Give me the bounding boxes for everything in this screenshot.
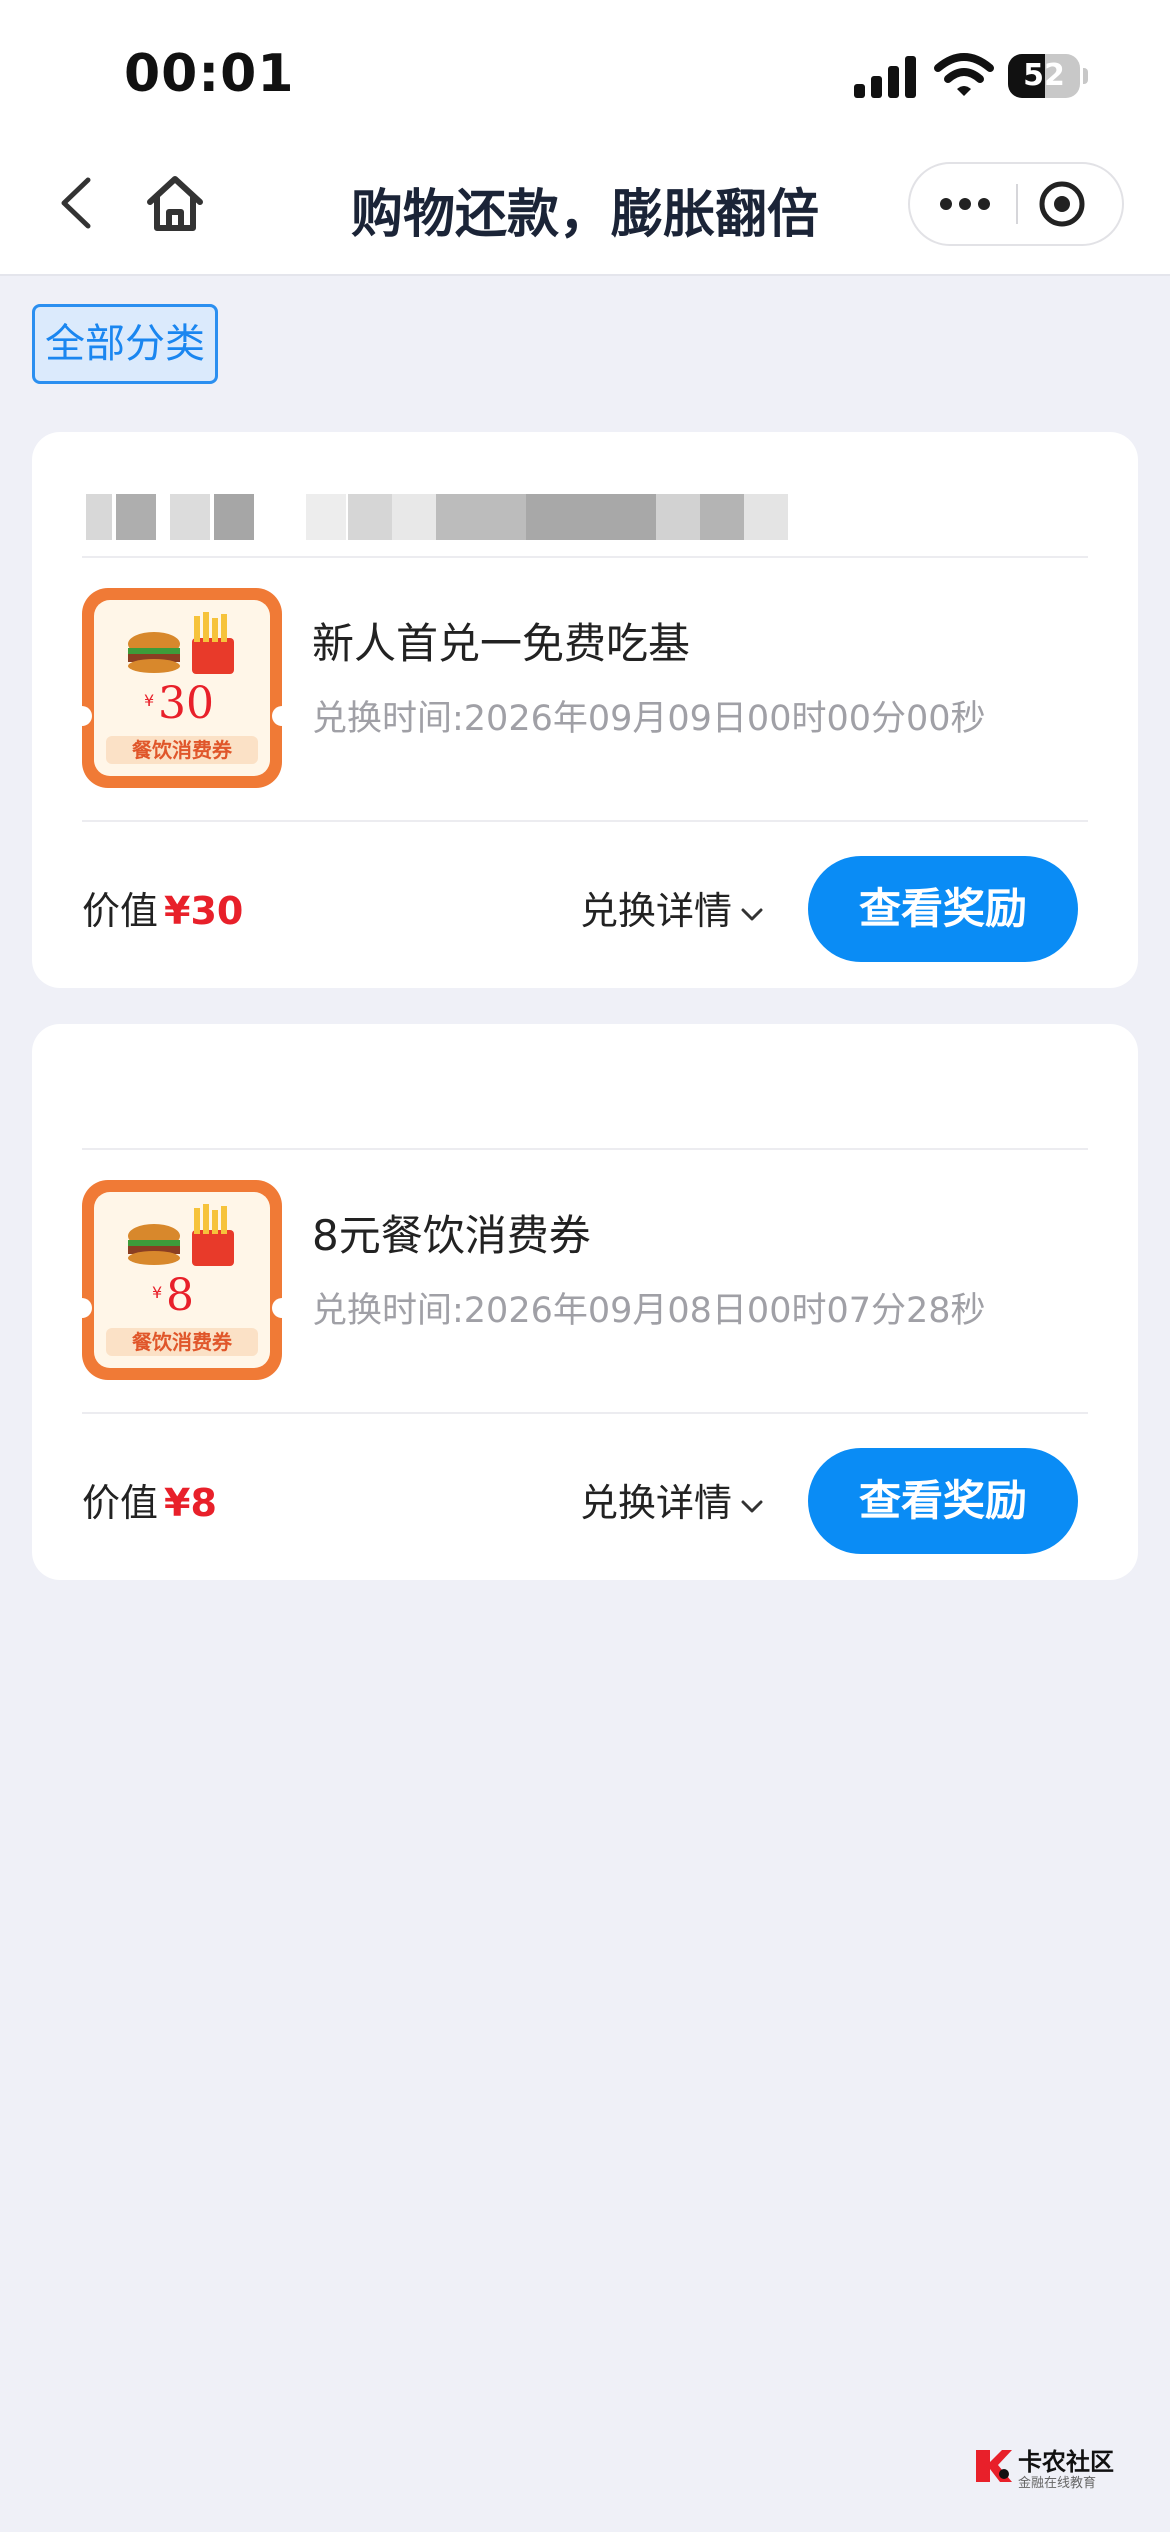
- category-filter-button[interactable]: 全部分类: [32, 304, 218, 384]
- badge-amount: 30: [158, 678, 214, 729]
- status-time: 00:01: [124, 44, 295, 104]
- coupon-title: 8元餐饮消费券: [312, 1211, 591, 1260]
- watermark: 卡农社区 金融在线教育: [972, 2440, 1114, 2491]
- cellular-signal-icon: [854, 56, 916, 98]
- redeem-details-label: 兑换详情: [580, 889, 733, 933]
- badge-caption: 餐饮消费券: [132, 1330, 233, 1354]
- coupon-badge-image: ¥ 30 餐饮消费券: [82, 588, 282, 788]
- coupon-title: 新人首兑一免费吃基: [312, 619, 691, 668]
- redacted-text: [86, 494, 806, 540]
- more-icon[interactable]: [910, 164, 1016, 244]
- coupon-card: ¥ 30 餐饮消费券 新人首兑一免费吃基 兑换时间:2026年09月09日00时…: [32, 432, 1138, 988]
- page-title: 购物还款，膨胀翻倍: [350, 185, 819, 245]
- watermark-subtitle: 金融在线教育: [1018, 2476, 1097, 2491]
- value-amount: ¥8: [164, 1481, 217, 1525]
- value-amount: ¥30: [164, 889, 244, 933]
- back-button[interactable]: [52, 170, 102, 236]
- home-button[interactable]: [142, 170, 208, 236]
- kanong-logo-icon: [976, 2450, 1012, 2482]
- view-reward-button[interactable]: 查看奖励: [808, 1448, 1078, 1554]
- redeem-details-toggle[interactable]: 兑换详情: [580, 880, 764, 935]
- divider: [82, 1412, 1088, 1414]
- coupon-redeem-time: 兑换时间:2026年09月08日00时07分28秒: [312, 1291, 986, 1331]
- divider: [82, 1148, 1088, 1150]
- battery-level: 52: [1023, 58, 1065, 93]
- view-reward-button[interactable]: 查看奖励: [808, 856, 1078, 962]
- coupon-value: 价值 ¥8: [82, 1472, 217, 1527]
- value-label: 价值: [82, 889, 159, 933]
- close-mini-program-icon[interactable]: [1018, 164, 1122, 244]
- coupon-value: 价值 ¥30: [82, 880, 243, 935]
- wifi-icon: [934, 53, 994, 96]
- chevron-down-icon: [741, 1500, 763, 1512]
- badge-currency: ¥: [152, 1283, 162, 1302]
- value-label: 价值: [82, 1481, 159, 1525]
- battery-icon: 52: [1008, 54, 1088, 98]
- divider: [82, 556, 1088, 558]
- divider: [82, 820, 1088, 822]
- redeem-details-label: 兑换详情: [580, 1481, 733, 1525]
- coupon-card: ¥ 8 餐饮消费券 8元餐饮消费券 兑换时间:2026年09月08日00时07分…: [32, 1024, 1138, 1580]
- chevron-down-icon: [741, 908, 763, 920]
- coupon-badge-image: ¥ 8 餐饮消费券: [82, 1180, 282, 1380]
- badge-caption: 餐饮消费券: [132, 738, 233, 762]
- coupon-redeem-time: 兑换时间:2026年09月09日00时00分00秒: [312, 699, 986, 739]
- redeem-details-toggle[interactable]: 兑换详情: [580, 1472, 764, 1527]
- mini-program-capsule: [908, 162, 1124, 246]
- badge-amount: 8: [166, 1270, 194, 1321]
- badge-currency: ¥: [144, 691, 154, 710]
